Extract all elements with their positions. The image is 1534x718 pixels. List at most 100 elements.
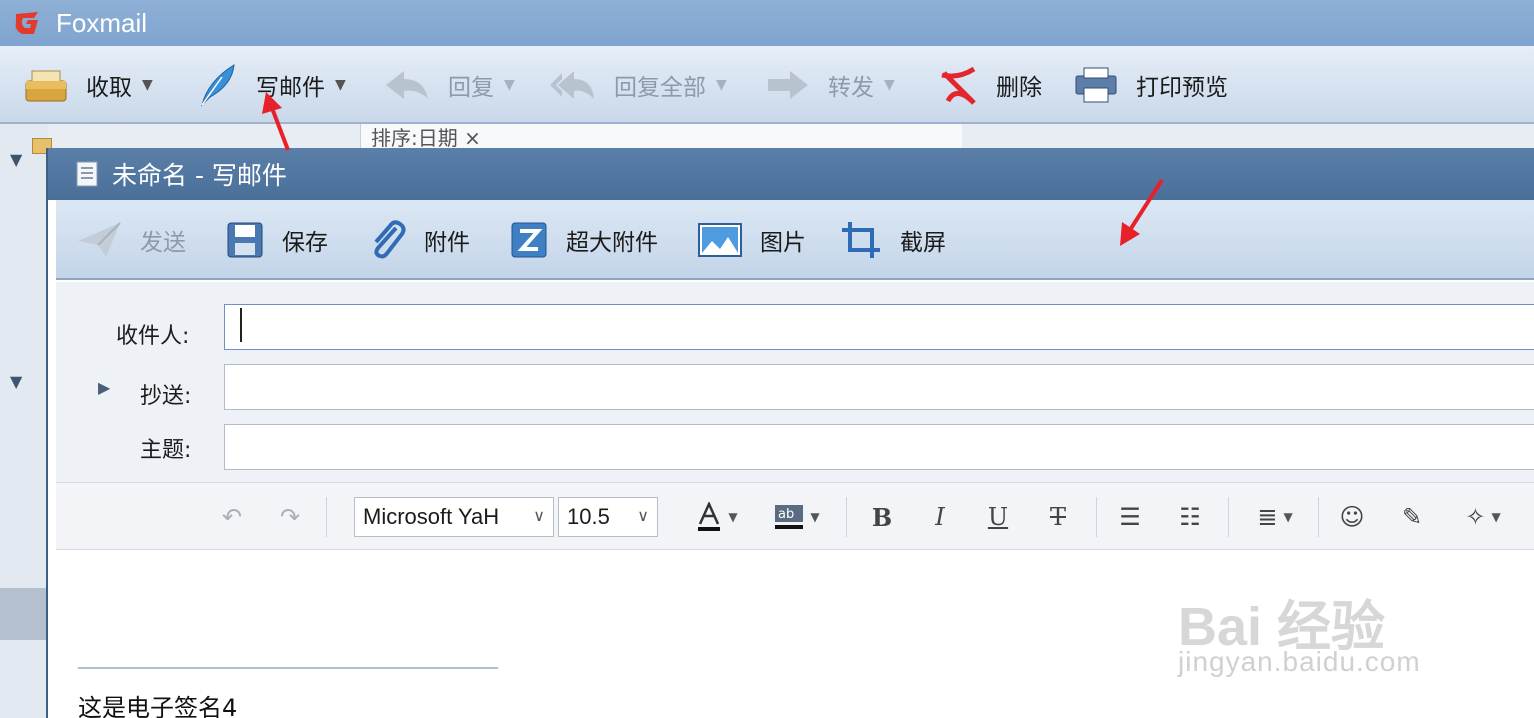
undo-icon[interactable]: ↶	[214, 499, 250, 535]
strikethrough-icon[interactable]: T	[1038, 499, 1078, 535]
font-color-button[interactable]: ▼	[682, 499, 752, 535]
font-size-value: 10.5	[567, 504, 610, 529]
signature-divider	[78, 667, 498, 669]
chevron-down-icon: ▼	[1283, 510, 1293, 524]
delete-label: 删除	[996, 75, 1042, 101]
document-icon	[76, 161, 98, 187]
main-title-bar: Foxmail	[0, 0, 1534, 46]
cc-label: 抄送:	[140, 384, 192, 409]
font-color-a-icon	[698, 502, 721, 531]
compose-dropdown-icon[interactable]: ▼	[335, 77, 346, 93]
sort-header[interactable]: 排序:日期 ×	[360, 124, 962, 148]
emoji-icon[interactable]: ☺	[1332, 499, 1372, 535]
selected-folder-row[interactable]	[0, 588, 48, 640]
format-toolbar: ↶ ↷ Microsoft YaH ∨ 10.5 ∨ ▼ ab ▼ B I U …	[56, 482, 1534, 550]
screenshot-label: 截屏	[900, 230, 946, 256]
clear-format-eraser-icon[interactable]: ✎	[1392, 499, 1432, 535]
chevron-down-icon: ▼	[728, 510, 738, 524]
forward-button[interactable]: 转发 ▼	[766, 46, 895, 124]
redo-icon[interactable]: ↷	[272, 499, 308, 535]
separator	[1228, 497, 1229, 537]
attach-button[interactable]: 附件	[368, 200, 470, 280]
print-preview-button[interactable]: 打印预览	[1074, 46, 1228, 124]
subject-input[interactable]	[224, 424, 1534, 470]
font-size-select[interactable]: 10.5 ∨	[558, 497, 658, 537]
font-family-select[interactable]: Microsoft YaH ∨	[354, 497, 554, 537]
inbox-tray-icon	[25, 70, 67, 102]
chevron-down-icon: ▼	[810, 510, 820, 524]
reply-all-arrow-icon	[550, 71, 594, 99]
compose-button[interactable]: 写邮件 ▼	[198, 46, 346, 124]
image-button[interactable]: 图片	[698, 200, 806, 280]
delete-x-icon	[941, 66, 976, 105]
align-justify-icon: ≣	[1257, 503, 1278, 531]
compose-toolbar: 发送 保存 附件 超大附件 图片 截屏	[56, 200, 1534, 280]
receive-button[interactable]: 收取 ▼	[24, 46, 153, 124]
foxmail-logo-icon	[15, 12, 38, 34]
compose-window-title: 未命名 - 写邮件	[112, 161, 287, 190]
floppy-disk-icon	[227, 222, 263, 258]
collapse-triangle-icon[interactable]: ▼	[10, 150, 22, 169]
reply-button[interactable]: 回复 ▼	[384, 46, 515, 124]
paper-plane-icon	[78, 222, 121, 257]
separator	[1318, 497, 1319, 537]
attach-label: 附件	[424, 230, 470, 256]
reply-label: 回复	[448, 75, 494, 101]
big-attach-label: 超大附件	[566, 230, 658, 256]
chevron-down-icon: ∨	[637, 508, 649, 525]
send-button[interactable]: 发送	[76, 200, 186, 280]
reply-all-label: 回复全部	[614, 75, 706, 101]
chevron-down-icon: ∨	[533, 508, 545, 525]
big-attachment-z-icon	[511, 222, 547, 258]
printer-icon	[1075, 67, 1117, 103]
save-button[interactable]: 保存	[226, 200, 328, 280]
signature-text: 这是电子签名4	[78, 694, 238, 718]
to-input[interactable]	[224, 304, 1534, 350]
collapse-triangle-icon[interactable]: ▼	[10, 372, 22, 391]
receive-dropdown-icon[interactable]: ▼	[142, 77, 153, 93]
delete-button[interactable]: 删除	[938, 46, 1042, 124]
app-name: Foxmail	[56, 7, 148, 38]
image-label: 图片	[760, 230, 806, 256]
align-button[interactable]: ≣ ▼	[1242, 499, 1308, 535]
compose-label: 写邮件	[256, 75, 325, 101]
italic-icon[interactable]: I	[920, 499, 960, 535]
chevron-down-icon: ▼	[1491, 510, 1501, 524]
reply-arrow-icon	[386, 71, 428, 99]
underline-icon[interactable]: U	[978, 499, 1018, 535]
image-picture-icon	[698, 223, 742, 257]
expand-cc-triangle-icon[interactable]: ▶	[98, 378, 110, 397]
main-toolbar: 收取 ▼ 写邮件 ▼ 回复 ▼ 回复全部 ▼ 转发 ▼ 删除 打印预览	[0, 46, 1534, 124]
separator	[846, 497, 847, 537]
magic-wand-icon: ✧	[1465, 503, 1486, 531]
cc-input[interactable]	[224, 364, 1534, 410]
compose-title-bar: 未命名 - 写邮件	[48, 148, 1534, 200]
bold-icon[interactable]: B	[862, 499, 902, 535]
folder-panel: ▼ ▼	[0, 124, 48, 718]
highlight-color-button[interactable]: ab ▼	[762, 499, 832, 535]
crop-screenshot-icon	[842, 222, 880, 258]
big-attach-button[interactable]: 超大附件	[510, 200, 658, 280]
to-label: 收件人:	[116, 324, 190, 349]
forward-dropdown-icon[interactable]: ▼	[884, 77, 895, 93]
print-preview-label: 打印预览	[1136, 75, 1228, 101]
svg-text:ab: ab	[778, 507, 794, 522]
address-fields: 收件人: ▶ 抄送: 主题:	[56, 282, 1534, 482]
forward-label: 转发	[828, 75, 874, 101]
paperclip-icon	[374, 220, 406, 259]
send-label: 发送	[140, 230, 186, 256]
forward-arrow-icon	[768, 71, 808, 99]
magic-wand-button[interactable]: ✧ ▼	[1450, 499, 1516, 535]
reply-dropdown-icon[interactable]: ▼	[504, 77, 515, 93]
reply-all-button[interactable]: 回复全部 ▼	[548, 46, 727, 124]
reply-all-dropdown-icon[interactable]: ▼	[716, 77, 727, 93]
separator	[326, 497, 327, 537]
feather-quill-icon	[201, 64, 235, 107]
font-family-value: Microsoft YaH	[363, 504, 500, 529]
receive-label: 收取	[86, 75, 132, 101]
bullet-list-icon[interactable]: ☰	[1110, 499, 1150, 535]
screenshot-button[interactable]: 截屏	[840, 200, 946, 280]
numbered-list-icon[interactable]: ☷	[1170, 499, 1210, 535]
save-label: 保存	[282, 230, 328, 256]
highlight-ab-icon: ab	[775, 505, 804, 529]
